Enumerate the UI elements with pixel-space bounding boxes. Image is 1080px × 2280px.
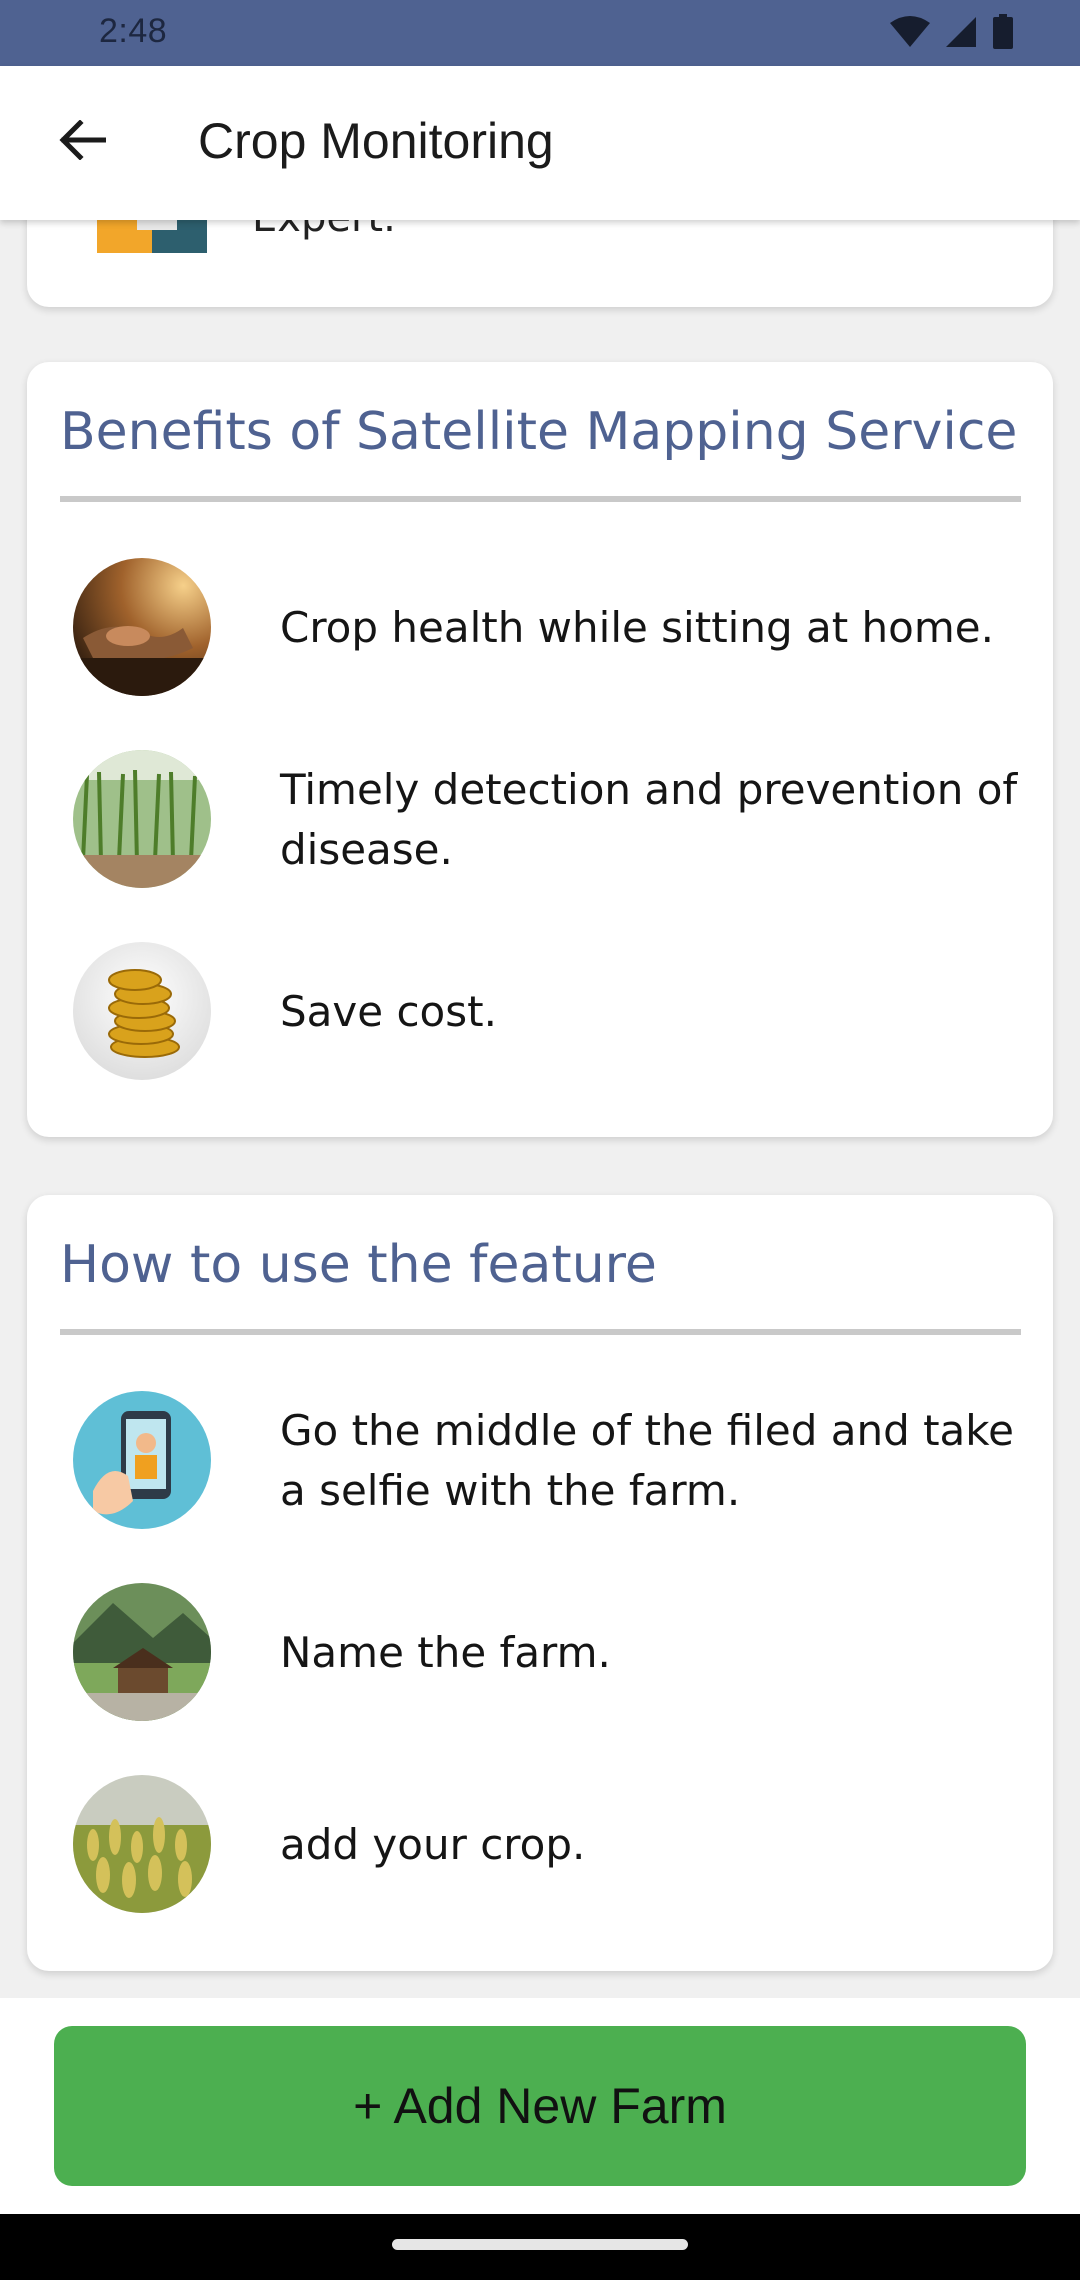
add-new-farm-button[interactable]: + Add New Farm: [54, 2026, 1026, 2186]
bottom-bar: + Add New Farm: [0, 1998, 1080, 2214]
list-item: Save cost.: [73, 942, 1023, 1082]
arrow-left-icon: [58, 119, 107, 164]
app-bar: Crop Monitoring: [0, 66, 1080, 220]
home-indicator[interactable]: [392, 2239, 688, 2250]
wifi-icon: [890, 15, 930, 53]
benefit-text: Crop health while sitting at home.: [280, 603, 994, 652]
how-to-title: How to use the feature: [60, 1235, 657, 1295]
gold-coins-photo: [73, 942, 211, 1080]
status-bar: 2:48: [0, 0, 1080, 66]
expert-text: Expert.: [252, 220, 396, 241]
farmhouse-photo: [73, 1583, 211, 1721]
benefits-title: Benefits of Satellite Mapping Service: [60, 402, 1018, 462]
expert-illustration: [87, 220, 217, 253]
step-text: Go the middle of the filed and take a se…: [280, 1406, 1014, 1515]
expert-card: Expert.: [27, 220, 1053, 307]
list-item: Name the farm.: [73, 1583, 1023, 1723]
hands-soil-photo: [73, 558, 211, 696]
selfie-phone-illustration: [73, 1391, 211, 1529]
divider: [60, 496, 1021, 502]
status-time: 2:48: [99, 12, 168, 50]
step-text: add your crop.: [280, 1820, 586, 1869]
list-item: Timely detection and prevention of disea…: [73, 750, 1023, 890]
back-button[interactable]: [42, 102, 122, 182]
battery-icon: [992, 14, 1014, 54]
page-title: Crop Monitoring: [198, 113, 554, 169]
cornfield-photo: [73, 750, 211, 888]
benefit-text: Timely detection and prevention of disea…: [280, 765, 1018, 874]
benefits-card: Benefits of Satellite Mapping Service Cr…: [27, 362, 1053, 1137]
status-icons: [890, 14, 1014, 54]
content-scroll[interactable]: Expert. Benefits of Satellite Mapping Se…: [0, 220, 1080, 1998]
wheat-photo: [73, 1775, 211, 1913]
divider: [60, 1329, 1021, 1335]
benefit-text: Save cost.: [280, 987, 497, 1036]
list-item: add your crop.: [73, 1775, 1023, 1915]
list-item: Go the middle of the filed and take a se…: [73, 1391, 1023, 1531]
list-item: Crop health while sitting at home.: [73, 558, 1023, 698]
signal-icon: [944, 15, 978, 53]
step-text: Name the farm.: [280, 1628, 611, 1677]
system-nav-bar: [0, 2214, 1080, 2280]
how-to-card: How to use the feature Go the middle of …: [27, 1195, 1053, 1971]
